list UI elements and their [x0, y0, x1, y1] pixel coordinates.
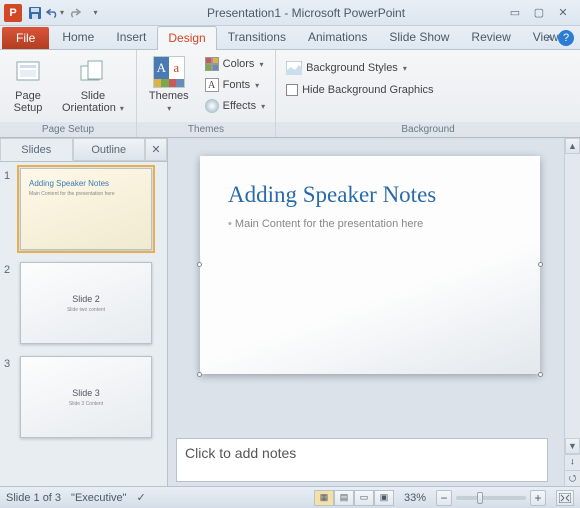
background-styles-button[interactable]: Background Styles ▾	[282, 58, 411, 78]
qat-customize-icon[interactable]: ▾	[86, 4, 104, 22]
group-page-setup: Page Setup Slide Orientation ▾ Page Setu…	[0, 50, 137, 137]
bg-styles-label: Background Styles	[306, 62, 398, 74]
tab-animations[interactable]: Animations	[297, 25, 378, 49]
maximize-button[interactable]: ▢	[532, 6, 546, 20]
tab-transitions[interactable]: Transitions	[217, 25, 297, 49]
prev-slide-icon[interactable]: ⭭	[565, 454, 580, 470]
workspace: Slides Outline ✕ 1 Adding Speaker Notes …	[0, 138, 580, 486]
resize-handle[interactable]	[538, 262, 543, 267]
slideshow-view-button[interactable]: ▣	[374, 490, 394, 506]
minimize-ribbon-icon[interactable]: ˄	[546, 33, 552, 44]
effects-button[interactable]: Effects ▾	[201, 96, 269, 116]
resize-handle[interactable]	[538, 372, 543, 377]
zoom-thumb[interactable]	[477, 492, 483, 504]
thumb-number: 3	[4, 356, 16, 438]
fonts-label: Fonts	[223, 79, 251, 91]
normal-view-button[interactable]: ▦	[314, 490, 334, 506]
slide-thumbnail-2[interactable]: Slide 2 Slide two content	[20, 262, 152, 344]
zoom-percent[interactable]: 33%	[404, 492, 426, 504]
thumb-title: Adding Speaker Notes	[29, 179, 143, 188]
ribbon: Page Setup Slide Orientation ▾ Page Setu…	[0, 50, 580, 138]
tab-home[interactable]: Home	[51, 25, 105, 49]
thumb-number: 2	[4, 262, 16, 344]
group-label-page-setup: Page Setup	[0, 122, 136, 137]
quick-access-toolbar: ▾ ▾	[26, 4, 104, 22]
vertical-scrollbar[interactable]: ▲ ▼ ⭭ ⭯	[564, 138, 580, 486]
resize-handle[interactable]	[197, 262, 202, 267]
resize-handle[interactable]	[197, 372, 202, 377]
slide-orientation-button[interactable]: Slide Orientation ▾	[56, 54, 130, 117]
tab-slideshow[interactable]: Slide Show	[378, 25, 460, 49]
slide-thumbnail-3[interactable]: Slide 3 Slide 3 Content	[20, 356, 152, 438]
tab-insert[interactable]: Insert	[105, 25, 157, 49]
sorter-view-button[interactable]: ▤	[334, 490, 354, 506]
app-icon: P	[4, 4, 22, 22]
group-label-background: Background	[276, 122, 580, 137]
slides-panel: Slides Outline ✕ 1 Adding Speaker Notes …	[0, 138, 168, 486]
slide-body[interactable]: Main Content for the presentation here	[228, 218, 512, 230]
notes-pane[interactable]: Click to add notes	[176, 438, 548, 482]
save-icon[interactable]	[26, 4, 44, 22]
fit-to-window-button[interactable]	[556, 490, 574, 506]
effects-label: Effects	[223, 100, 256, 112]
colors-label: Colors	[223, 58, 255, 70]
title-bar: P ▾ ▾ Presentation1 - Microsoft PowerPoi…	[0, 0, 580, 26]
theme-name: "Executive"	[71, 492, 127, 504]
hide-bg-graphics-checkbox[interactable]: Hide Background Graphics	[282, 80, 437, 100]
slides-tab[interactable]: Slides	[0, 138, 73, 161]
undo-icon[interactable]: ▾	[46, 4, 64, 22]
tab-review[interactable]: Review	[460, 25, 521, 49]
next-slide-icon[interactable]: ⭯	[565, 470, 580, 486]
zoom-out-button[interactable]: −	[436, 490, 452, 506]
panel-close-icon[interactable]: ✕	[145, 138, 167, 161]
slide-title[interactable]: Adding Speaker Notes	[228, 182, 512, 208]
group-themes: Aa Themes▾ Colors ▾ AFonts ▾ Effects ▾ T…	[137, 50, 276, 137]
thumb-title: Slide 2	[72, 294, 100, 304]
checkbox-icon	[286, 84, 298, 96]
ribbon-tabs: File Home Insert Design Transitions Anim…	[0, 26, 580, 50]
scroll-up-icon[interactable]: ▲	[565, 138, 580, 154]
thumbnail-row: 2 Slide 2 Slide two content	[4, 262, 163, 344]
page-setup-label: Page Setup	[14, 90, 43, 114]
minimize-button[interactable]: ▭	[508, 6, 522, 20]
view-buttons: ▦ ▤ ▭ ▣	[314, 490, 394, 506]
themes-label: Themes	[149, 90, 189, 102]
thumb-body: Main Content for the presentation here	[29, 191, 143, 197]
zoom-slider[interactable]	[456, 496, 526, 500]
thumb-body: Slide 3 Content	[69, 401, 103, 407]
reading-view-button[interactable]: ▭	[354, 490, 374, 506]
tab-design[interactable]: Design	[157, 26, 216, 50]
slide-thumbnail-1[interactable]: Adding Speaker Notes Main Content for th…	[20, 168, 152, 250]
fonts-button[interactable]: AFonts ▾	[201, 75, 269, 95]
thumbnail-row: 3 Slide 3 Slide 3 Content	[4, 356, 163, 438]
colors-button[interactable]: Colors ▾	[201, 54, 269, 74]
redo-icon[interactable]	[66, 4, 84, 22]
group-background: Background Styles ▾ Hide Background Grap…	[276, 50, 580, 137]
thumb-title: Slide 3	[72, 388, 100, 398]
file-tab[interactable]: File	[2, 27, 49, 49]
themes-button[interactable]: Aa Themes▾	[143, 54, 195, 117]
scroll-down-icon[interactable]: ▼	[565, 438, 580, 454]
close-button[interactable]: ✕	[556, 6, 570, 20]
hide-bg-label: Hide Background Graphics	[302, 84, 433, 96]
status-bar: Slide 1 of 3 "Executive" ✓ ▦ ▤ ▭ ▣ 33% −…	[0, 486, 580, 508]
outline-tab[interactable]: Outline	[73, 138, 146, 161]
editor-area: Adding Speaker Notes Main Content for th…	[168, 138, 580, 486]
orientation-label: Slide Orientation	[62, 90, 116, 114]
scroll-track[interactable]	[565, 154, 580, 438]
group-label-themes: Themes	[137, 122, 275, 137]
spellcheck-icon[interactable]: ✓	[137, 491, 146, 504]
slide-canvas[interactable]: Adding Speaker Notes Main Content for th…	[200, 156, 540, 374]
thumbnail-row: 1 Adding Speaker Notes Main Content for …	[4, 168, 163, 250]
window-title: Presentation1 - Microsoft PowerPoint	[104, 6, 508, 20]
thumb-number: 1	[4, 168, 16, 250]
zoom-in-button[interactable]: +	[530, 490, 546, 506]
slide-counter: Slide 1 of 3	[6, 492, 61, 504]
page-setup-button[interactable]: Page Setup	[6, 54, 50, 116]
thumb-body: Slide two content	[67, 307, 105, 313]
help-icon[interactable]: ?	[558, 30, 574, 46]
